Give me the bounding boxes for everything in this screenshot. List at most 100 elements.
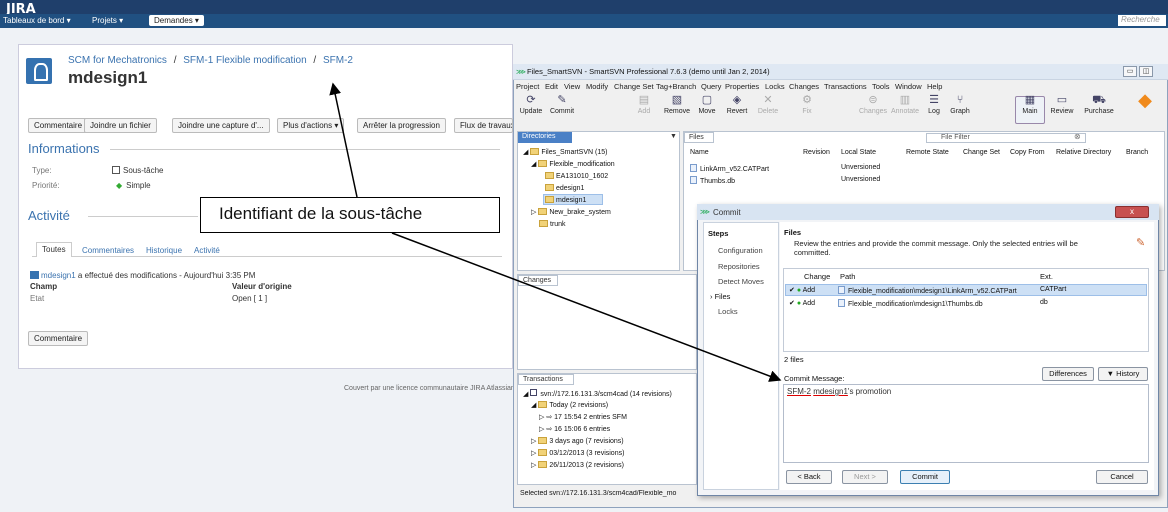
nav-requests[interactable]: Demandes ▾	[149, 15, 204, 26]
revert-button[interactable]: ◈ Revert	[722, 92, 752, 115]
commit-message-input[interactable]: SFM-2 mdesign1's promotion	[783, 384, 1149, 463]
tab-directories[interactable]: Directories	[518, 132, 572, 143]
menu-change-set[interactable]: Change Set	[614, 82, 654, 91]
col-ext[interactable]: Ext.	[1040, 272, 1053, 281]
col-path[interactable]: Path	[840, 272, 855, 281]
attach-screenshot-button[interactable]: Joindre une capture d'...	[172, 118, 270, 133]
commit-button[interactable]: ✎ Commit	[546, 92, 578, 115]
menu-query[interactable]: Query	[701, 82, 721, 91]
menu-edit[interactable]: Edit	[545, 82, 558, 91]
section-informations[interactable]: Informations	[28, 141, 100, 156]
maximize-icon[interactable]: ◫	[1139, 66, 1153, 77]
differences-button[interactable]: Differences	[1042, 367, 1094, 381]
purchase-button[interactable]: ⛟ Purchase	[1081, 92, 1117, 115]
dir-root[interactable]: ◢ Files_SmartSVN (15)	[523, 148, 607, 156]
menu-changes[interactable]: Changes	[789, 82, 819, 91]
menu-tag-branch[interactable]: Tag+Branch	[656, 82, 696, 91]
add-button[interactable]: ▤ Add	[631, 92, 657, 115]
back-button[interactable]: < Back	[786, 470, 832, 484]
update-button[interactable]: ⟳ Update	[516, 92, 546, 115]
commit-submit-button[interactable]: Commit	[900, 470, 950, 484]
dir-flexible[interactable]: ◢ Flexible_modification	[531, 160, 615, 168]
col-revision[interactable]: Revision	[803, 149, 830, 156]
log-button[interactable]: ☰ Log	[924, 92, 944, 115]
col-change[interactable]: Change	[804, 272, 830, 281]
priority-icon: ◆	[116, 181, 123, 190]
history-button[interactable]: ▼ History	[1098, 367, 1148, 381]
col-change-set[interactable]: Change Set	[963, 149, 1000, 156]
dir-mdesign1[interactable]: mdesign1	[545, 196, 586, 204]
tab-files[interactable]: Files	[684, 132, 714, 143]
menu-project[interactable]: Project	[516, 82, 539, 91]
breadcrumb-parent[interactable]: SFM-1 Flexible modification	[183, 55, 306, 66]
tab-transactions[interactable]: Transactions	[518, 374, 574, 385]
stop-progress-button[interactable]: Arrêter la progression	[357, 118, 446, 133]
menu-window[interactable]: Window	[895, 82, 922, 91]
transaction-group[interactable]: ▷ 26/11/2013 (2 revisions)	[531, 461, 624, 469]
activity-user-link[interactable]: mdesign1	[41, 271, 76, 280]
checkbox-checked-icon[interactable]: ✔	[789, 300, 795, 307]
comment-button[interactable]: Commentaire	[28, 118, 89, 133]
dir-new-brake[interactable]: ▷ New_brake_system	[531, 208, 611, 216]
nav-dashboards[interactable]: Tableaux de bord ▾	[3, 16, 71, 25]
col-local-state[interactable]: Local State	[841, 149, 876, 156]
tab-commentaires[interactable]: Commentaires	[82, 246, 134, 255]
remove-button[interactable]: ▧ Remove	[661, 92, 693, 115]
menu-help[interactable]: Help	[927, 82, 942, 91]
section-activity[interactable]: Activité	[28, 208, 70, 223]
nav-projects[interactable]: Projets ▾	[92, 16, 123, 25]
menu-properties[interactable]: Properties	[725, 82, 759, 91]
graph-button[interactable]: ⑂ Graph	[947, 92, 973, 115]
delete-button[interactable]: ✕ Delete	[753, 92, 783, 115]
next-button[interactable]: Next >	[842, 470, 888, 484]
clear-filter-icon[interactable]: ⊗	[1074, 132, 1081, 141]
more-actions-button[interactable]: Plus d'actions ▾	[277, 118, 345, 133]
search-input[interactable]: Recherche	[1118, 15, 1166, 26]
transaction-group[interactable]: ◢ Today (2 revisions)	[531, 401, 608, 409]
file-row[interactable]: Thumbs.db	[690, 176, 735, 185]
breadcrumb-issue-key[interactable]: SFM-2	[323, 55, 353, 66]
transaction-group[interactable]: ▷ 3 days ago (7 revisions)	[531, 437, 624, 445]
attach-file-button[interactable]: Joindre un fichier	[84, 118, 157, 133]
fix-button[interactable]: ⚙ Fix	[797, 92, 817, 115]
menu-tools[interactable]: Tools	[872, 82, 890, 91]
col-copy-from[interactable]: Copy From	[1010, 149, 1045, 156]
transaction-group[interactable]: ▷ 03/12/2013 (3 revisions)	[531, 449, 624, 457]
dir-edesign1[interactable]: edesign1	[545, 184, 584, 192]
workflow-button[interactable]: Flux de travaux	[454, 118, 513, 133]
close-icon[interactable]: x	[1115, 206, 1149, 218]
col-branch[interactable]: Branch	[1126, 149, 1148, 156]
main-button[interactable]: ▦ Main	[1015, 92, 1045, 115]
move-button[interactable]: ▢ Move	[693, 92, 721, 115]
menu-transactions[interactable]: Transactions	[824, 82, 867, 91]
checkbox-checked-icon[interactable]: ✔	[789, 287, 795, 294]
col-relative-directory[interactable]: Relative Directory	[1056, 149, 1111, 156]
cancel-button[interactable]: Cancel	[1096, 470, 1148, 484]
dir-trunk[interactable]: trunk	[539, 220, 566, 228]
menu-modify[interactable]: Modify	[586, 82, 608, 91]
breadcrumb-project[interactable]: SCM for Mechatronics	[68, 55, 167, 66]
review-button[interactable]: ▭ Review	[1046, 92, 1078, 115]
menu-view[interactable]: View	[564, 82, 580, 91]
transaction-entry[interactable]: ▷ ⇨ 16 15:06 6 entries	[539, 425, 610, 433]
file-row[interactable]: LinkArm_v52.CATPart	[690, 164, 769, 173]
add-comment-button[interactable]: Commentaire	[28, 331, 89, 346]
dir-ea131010[interactable]: EA131010_1602	[545, 172, 608, 180]
transaction-entry[interactable]: ▷ ⇨ 17 15:54 2 entries SFM	[539, 413, 627, 421]
changes-button[interactable]: ⊜ Changes	[858, 92, 888, 115]
dir-label: EA131010_1602	[556, 173, 609, 180]
chevron-down-icon[interactable]: ▼	[670, 133, 677, 140]
tab-toutes[interactable]: Toutes	[36, 242, 72, 257]
menu-locks[interactable]: Locks	[765, 82, 785, 91]
tab-activite[interactable]: Activité	[194, 246, 220, 255]
tab-changes[interactable]: Changes	[518, 275, 558, 286]
col-name[interactable]: Name	[690, 149, 709, 156]
tab-historique[interactable]: Historique	[146, 246, 182, 255]
commit-row[interactable]: ✔ ● Add	[789, 299, 815, 307]
annotate-button[interactable]: ▥ Annotate	[889, 92, 921, 115]
commit-row[interactable]: ✔ ● Add	[789, 286, 815, 294]
transaction-root[interactable]: ◢ svn://172.16.131.3/scm4cad (14 revisio…	[523, 389, 672, 398]
minimize-icon[interactable]: ▭	[1123, 66, 1137, 77]
col-remote-state[interactable]: Remote State	[906, 149, 949, 156]
file-filter-input[interactable]: File Filter	[926, 133, 1086, 143]
